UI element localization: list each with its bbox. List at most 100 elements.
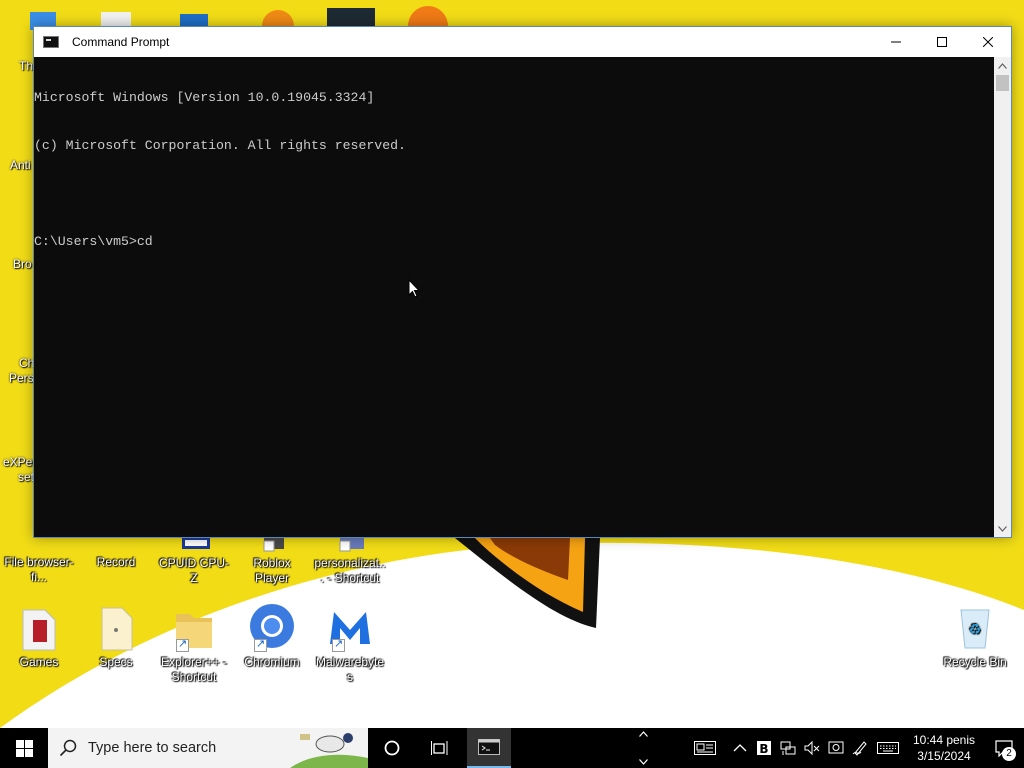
network-button[interactable] bbox=[776, 728, 800, 768]
folder-icon bbox=[15, 604, 63, 652]
windows-logo-icon bbox=[15, 739, 33, 757]
desktop-icon-label: File browser-fi... bbox=[4, 555, 74, 584]
chromium-icon bbox=[248, 604, 296, 652]
cortana-button[interactable] bbox=[368, 728, 416, 768]
clock-time: 10:44 penis bbox=[912, 733, 976, 747]
desktop-icon-record[interactable]: Record bbox=[77, 555, 155, 570]
partial-desktop-label[interactable]: Bro bbox=[13, 257, 32, 271]
taskbar-command-prompt[interactable] bbox=[467, 728, 511, 768]
scroll-down-button[interactable] bbox=[994, 520, 1011, 537]
desktop-icon-label: Recycle Bin bbox=[943, 655, 1007, 669]
desktop-icon-label: Games bbox=[19, 655, 59, 669]
close-icon bbox=[983, 37, 993, 47]
shortcut-arrow-icon bbox=[332, 637, 345, 652]
vertical-scrollbar[interactable] bbox=[994, 57, 1011, 537]
pen-workspace-button[interactable] bbox=[848, 728, 872, 768]
recycle-bin-icon: ♻ bbox=[951, 604, 999, 652]
volume-button[interactable] bbox=[800, 728, 824, 768]
pen-icon bbox=[852, 741, 867, 756]
cpuz-icon bbox=[170, 537, 218, 553]
window-title: Command Prompt bbox=[72, 35, 170, 49]
chevron-up-icon bbox=[733, 744, 747, 752]
search-highlight-illustration bbox=[290, 733, 368, 768]
desktop-icon-explorer-pp[interactable]: Explorer++ - Shortcut bbox=[155, 604, 233, 685]
chevron-down-icon bbox=[998, 525, 1007, 532]
desktop-icon-label: Chromium bbox=[244, 655, 300, 669]
desktop-icon-label: Specs bbox=[99, 655, 133, 669]
cortana-circle-icon bbox=[384, 740, 400, 756]
svg-text:♻: ♻ bbox=[969, 622, 982, 638]
chevron-down-icon[interactable] bbox=[638, 759, 648, 765]
search-icon bbox=[59, 739, 77, 757]
start-button[interactable] bbox=[0, 728, 48, 768]
command-prompt-window[interactable]: Command Prompt Microsoft Windows [Versio… bbox=[33, 26, 1012, 538]
console-prompt-line[interactable]: C:\Users\vm5>cd bbox=[34, 234, 995, 250]
chevron-up-icon[interactable] bbox=[638, 731, 648, 737]
keyboard-icon bbox=[877, 742, 899, 754]
desktop-icon-label: Roblox Player bbox=[253, 556, 291, 585]
system-tray: B 10:44 penis 3/15/2024 2 bbox=[690, 728, 1024, 768]
task-view-icon bbox=[431, 741, 448, 755]
tray-b-app[interactable]: B bbox=[752, 728, 776, 768]
notification-count-badge: 2 bbox=[1002, 747, 1016, 761]
partial-desktop-label[interactable]: eXPer bbox=[3, 455, 36, 469]
malwarebytes-icon bbox=[326, 604, 374, 652]
news-widget-button[interactable] bbox=[690, 728, 720, 768]
desktop-icon-personalization[interactable]: personalizat... - Shortcut bbox=[311, 537, 389, 586]
document-icon bbox=[92, 604, 140, 652]
desktop-icon-label: Record bbox=[96, 555, 136, 569]
console-line: Microsoft Windows [Version 10.0.19045.33… bbox=[34, 90, 375, 105]
desktop-icon-label: CPUID CPU-Z bbox=[158, 556, 229, 585]
maximize-button[interactable] bbox=[919, 27, 965, 57]
chevron-up-icon bbox=[998, 62, 1007, 69]
desktop-icon-roblox[interactable]: Roblox Player bbox=[233, 537, 311, 586]
monitor-refresh-icon bbox=[828, 741, 844, 754]
desktop-icon-specs[interactable]: Specs bbox=[77, 604, 155, 670]
speaker-muted-icon bbox=[804, 740, 820, 756]
roblox-icon bbox=[248, 537, 296, 553]
folder-icon bbox=[170, 604, 218, 652]
desktop-icon-recycle-bin[interactable]: ♻ Recycle Bin bbox=[936, 604, 1014, 670]
partial-desktop-label[interactable]: set bbox=[18, 470, 34, 484]
console-output[interactable]: Microsoft Windows [Version 10.0.19045.33… bbox=[34, 57, 995, 538]
command-prompt-icon bbox=[43, 36, 59, 48]
partial-desktop-label[interactable]: Th bbox=[19, 59, 33, 73]
svg-text:B: B bbox=[759, 742, 768, 756]
desktop-icon-chromium[interactable]: Chromium bbox=[233, 604, 311, 670]
taskbar-search-box[interactable]: Type here to search bbox=[48, 728, 368, 768]
minimize-icon bbox=[891, 41, 901, 43]
desktop-icon-file-browser[interactable]: File browser-fi... bbox=[0, 555, 78, 585]
news-icon bbox=[694, 741, 716, 755]
desktop-icon-cpuid[interactable]: CPUID CPU-Z bbox=[155, 537, 233, 586]
console-line: (c) Microsoft Corporation. All rights re… bbox=[34, 138, 406, 153]
desktop-icon-malwarebytes[interactable]: Malwarebytes bbox=[311, 604, 389, 685]
taskbar-overflow-scroller[interactable] bbox=[636, 728, 650, 768]
close-button[interactable] bbox=[965, 27, 1011, 57]
desktop-icon-games[interactable]: Games bbox=[0, 604, 78, 670]
partial-desktop-label[interactable]: Anti bbox=[10, 158, 31, 172]
personalization-icon bbox=[326, 537, 374, 553]
action-center-button[interactable]: 2 bbox=[984, 728, 1024, 768]
clock-date: 3/15/2024 bbox=[917, 749, 971, 763]
command-prompt-icon bbox=[478, 739, 500, 755]
taskbar: Type here to search B 10:44 penis 3/15/2… bbox=[0, 728, 1024, 768]
scrollbar-thumb[interactable] bbox=[996, 75, 1009, 91]
maximize-icon bbox=[937, 37, 947, 47]
partial-desktop-label[interactable]: Pers bbox=[9, 371, 34, 385]
window-titlebar[interactable]: Command Prompt bbox=[34, 27, 1011, 57]
minimize-button[interactable] bbox=[873, 27, 919, 57]
bold-b-icon: B bbox=[757, 741, 771, 756]
taskbar-clock[interactable]: 10:44 penis 3/15/2024 bbox=[908, 732, 980, 764]
mouse-cursor-icon bbox=[408, 279, 420, 298]
touch-keyboard-button[interactable] bbox=[872, 728, 904, 768]
show-hidden-icons-button[interactable] bbox=[728, 728, 752, 768]
desktop-icon-label: Malwarebytes bbox=[315, 655, 385, 684]
search-placeholder: Type here to search bbox=[88, 740, 217, 756]
task-view-button[interactable] bbox=[416, 728, 464, 768]
shortcut-arrow-icon bbox=[254, 637, 267, 652]
shortcut-arrow-icon bbox=[176, 637, 189, 652]
scroll-up-button[interactable] bbox=[994, 57, 1011, 74]
desktop-icon-label: personalizat... - Shortcut bbox=[314, 556, 386, 585]
tray-app-button[interactable] bbox=[824, 728, 848, 768]
